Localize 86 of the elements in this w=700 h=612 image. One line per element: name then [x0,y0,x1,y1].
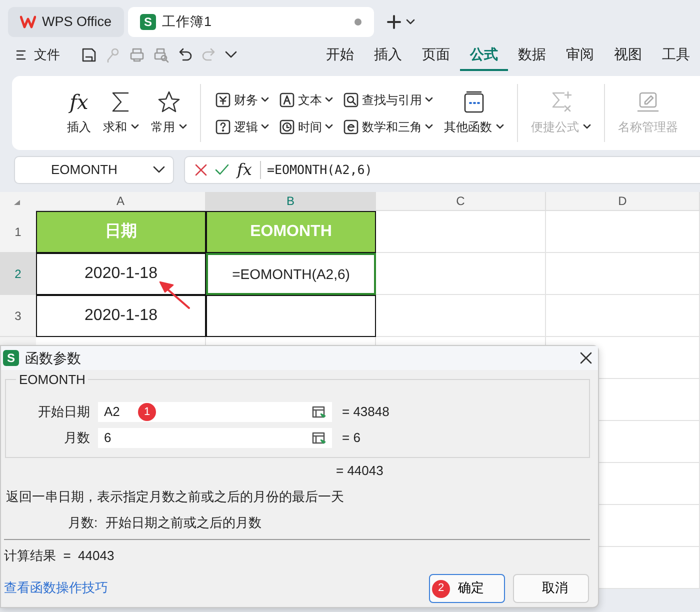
row-header[interactable]: 2 [0,253,36,295]
caret-icon[interactable] [225,51,237,59]
column-header[interactable]: D [546,192,700,211]
name-tag-icon [637,90,659,114]
row-header[interactable]: 3 [0,295,36,337]
description-text: 返回一串日期，表示指定月数之前或之后的月份的最后一天 [6,489,344,504]
caret-icon [261,124,269,130]
ribbon-button[interactable]: 文本 [277,90,335,108]
close-icon[interactable] [580,352,592,364]
caret-icon [425,96,433,102]
column-header[interactable]: A [36,192,206,211]
range-picker-icon[interactable] [312,406,326,418]
ribbon-button[interactable]: 逻辑 [213,118,271,136]
caret-icon [425,124,433,130]
caret-icon [496,124,504,130]
formula-field[interactable]: =EOMONTH(A2,6) [260,160,372,180]
field-label: 开始日期 [37,403,91,422]
caret-icon[interactable] [406,19,415,25]
menu-tab[interactable]: 工具 [652,40,700,70]
sheet-icon: S [140,14,156,30]
logo-icon [20,15,36,29]
menu-tab[interactable]: 视图 [604,40,652,70]
file-menu[interactable]: 文件 [34,45,60,65]
window-tab[interactable]: WPS Office [8,7,124,37]
cancel-icon[interactable] [195,164,207,176]
menu-tab[interactable]: 页面 [412,40,460,70]
menu-tab[interactable]: 审阅 [556,40,604,70]
column-header[interactable]: C [376,192,546,211]
help-icon [215,118,231,134]
document-icon [279,92,295,108]
menu-tab[interactable]: 开始 [316,40,364,70]
help-link[interactable]: 查看函数操作技巧 [4,578,108,598]
result-value: = 44043 [336,463,384,478]
table-cell[interactable]: 2020-1-18 [36,253,206,295]
ribbon-button[interactable]: 其他函数 [439,76,509,150]
ribbon-button[interactable]: 时间 [277,118,335,136]
ribbon-button[interactable]: 求和 [98,76,144,150]
ribbon-button[interactable]: fx 插入 [62,76,96,150]
confirm-icon[interactable] [215,164,229,176]
calc-result: 计算结果 = 44043 [4,548,114,563]
result-value: = 6 [341,429,360,448]
insert-function-button[interactable]: fx [237,158,252,182]
table-cell[interactable] [206,295,376,337]
menu-tab[interactable]: 公式 [460,40,508,70]
ribbon-button[interactable]: 常用 [146,76,192,150]
function-icon: fx [70,90,88,114]
menu-icon[interactable] [16,50,26,60]
clock-icon [279,118,295,134]
ribbon-button[interactable]: 查找与引用 [341,90,435,108]
document-icon [343,118,359,134]
caret-icon [179,124,187,130]
print-icon[interactable] [129,47,145,63]
field-label: 月数 [63,429,91,448]
ribbon-button[interactable]: 数学和三角 [341,118,435,136]
caret-icon [131,124,139,130]
help-text: 开始日期之前或之后的月数 [106,514,262,532]
input-field[interactable]: 6 [98,428,332,448]
row-header[interactable]: 1 [0,211,36,253]
caret-icon [261,96,269,102]
save-icon[interactable] [81,47,97,63]
undo-icon[interactable] [177,47,193,63]
column-header[interactable]: B [206,192,376,211]
menu-tab[interactable]: 插入 [364,40,412,70]
help-label: 月数: [68,514,98,532]
sheet-icon: S [3,350,19,366]
cancel-button[interactable]: 取消 [513,574,589,602]
search-icon [343,92,359,108]
ribbon-button[interactable]: 财务 [213,90,271,108]
caret-icon [325,124,333,130]
table-cell[interactable]: =EOMONTH(A2,6) [206,253,376,295]
arrow-annotation [158,280,192,310]
menu-tab[interactable]: 数据 [508,40,556,70]
star-icon [157,90,181,114]
result-value: = 43848 [341,403,390,422]
dialog-title: 函数参数 [25,348,82,368]
caret-icon [583,124,591,130]
table-cell[interactable]: 2020-1-18 [36,295,206,337]
print-preview-icon[interactable] [153,47,169,63]
range-picker-icon[interactable] [312,432,326,444]
caret-icon [153,166,165,174]
document-icon [215,92,231,108]
name-box[interactable]: EOMONTH [14,156,174,184]
caret-icon [325,96,333,102]
window-tab[interactable]: S 工作簿1 [128,7,374,37]
folder-icon [463,90,485,114]
new-tab-icon[interactable] [386,14,402,30]
